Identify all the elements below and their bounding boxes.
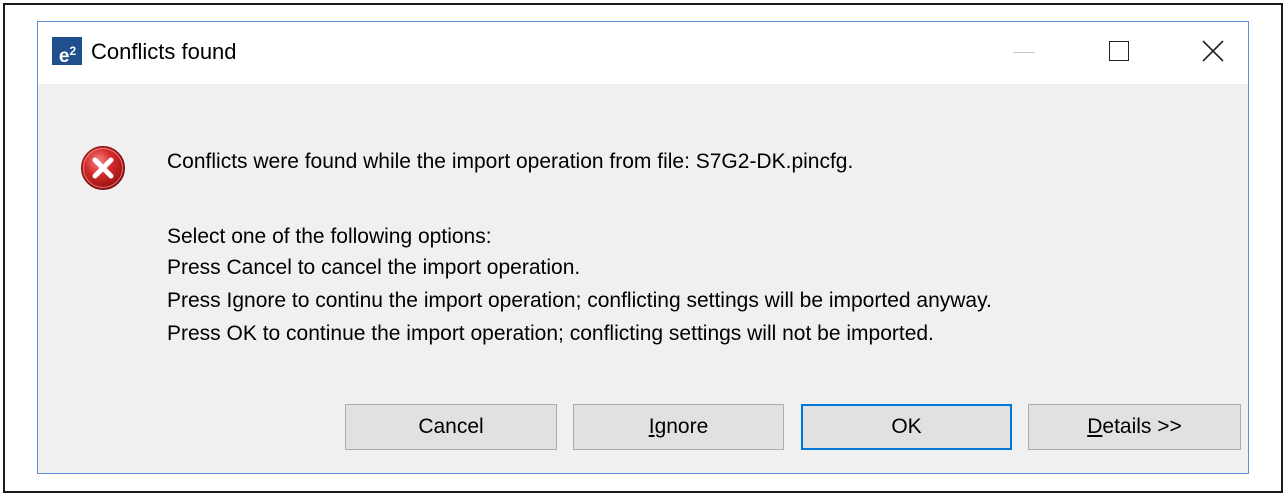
- window-title: Conflicts found: [91, 39, 237, 64]
- conflicts-dialog: e2 Conflicts found Conflicts were found …: [37, 21, 1249, 474]
- maximize-button[interactable]: [1083, 22, 1153, 84]
- close-icon: [1202, 40, 1224, 62]
- ok-button[interactable]: OK: [801, 404, 1012, 450]
- details-button[interactable]: Details >>: [1028, 404, 1241, 450]
- cancel-button[interactable]: Cancel: [345, 404, 557, 450]
- ignore-button[interactable]: Ignore: [573, 404, 784, 450]
- minimize-button[interactable]: [988, 22, 1058, 84]
- message-conflicts-found: Conflicts were found while the import op…: [167, 150, 854, 173]
- message-cancel-hint: Press Cancel to cancel the import operat…: [167, 256, 581, 279]
- message-ignore-hint: Press Ignore to continu the import opera…: [167, 289, 992, 312]
- message-ok-hint: Press OK to continue the import operatio…: [167, 322, 934, 345]
- title-bar[interactable]: e2 Conflicts found: [38, 22, 1248, 84]
- error-icon: [81, 146, 125, 190]
- e2-app-icon: e2: [52, 37, 82, 67]
- details-mnemonic: D: [1087, 415, 1103, 438]
- maximize-icon: [1109, 41, 1129, 61]
- minimize-icon: [1013, 52, 1035, 53]
- app-icon-letter: e: [58, 46, 70, 67]
- ignore-label-rest: gnore: [654, 415, 709, 438]
- details-label-rest: etails >>: [1102, 415, 1182, 438]
- close-button[interactable]: [1178, 22, 1248, 84]
- message-select-option: Select one of the following options:: [167, 225, 492, 248]
- app-icon-superscript: 2: [69, 44, 76, 58]
